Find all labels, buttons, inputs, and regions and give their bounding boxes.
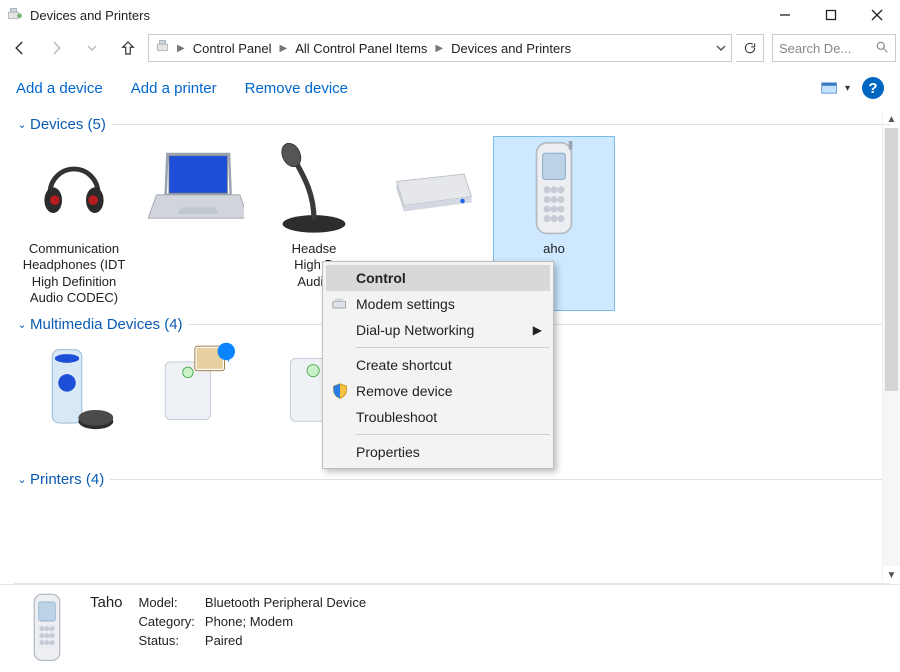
recent-dropdown-icon[interactable] [76, 32, 108, 64]
up-button[interactable] [112, 32, 144, 64]
menu-item-modem-settings[interactable]: Modem settings [326, 291, 550, 317]
chevron-right-icon[interactable]: ▶ [177, 43, 185, 54]
scroll-track[interactable] [883, 128, 900, 566]
device-label: aho [543, 241, 565, 257]
chevron-right-icon: ▶ [533, 323, 542, 337]
menu-item-properties[interactable]: Properties [326, 439, 550, 465]
menu-item-troubleshoot[interactable]: Troubleshoot [326, 404, 550, 430]
close-button[interactable] [854, 0, 900, 30]
address-dropdown-icon[interactable] [711, 43, 731, 53]
scroll-thumb[interactable] [885, 128, 898, 391]
group-header-printers[interactable]: ⌄ Printers (4) [14, 465, 890, 492]
device-label: Communication Headphones (IDT High Defin… [18, 241, 130, 306]
refresh-button[interactable] [736, 34, 764, 62]
group-count: (4) [86, 471, 104, 488]
group-count: (4) [164, 316, 182, 333]
breadcrumb[interactable]: Control Panel [189, 39, 276, 58]
add-printer-button[interactable]: Add a printer [131, 80, 217, 97]
chevron-down-icon: ⌄ [14, 118, 30, 131]
forward-button[interactable] [40, 32, 72, 64]
breadcrumb[interactable]: Devices and Printers [447, 39, 575, 58]
group-label: Printers [30, 471, 82, 488]
chevron-down-icon: ⌄ [14, 318, 30, 331]
nav-bar: ▶ Control Panel ▶ All Control Panel Item… [0, 30, 900, 66]
external-drive-icon [379, 141, 489, 237]
search-input[interactable]: Search De... [772, 34, 896, 62]
maximize-button[interactable] [808, 0, 854, 30]
media-tower-icon [19, 341, 129, 437]
chevron-down-icon: ⌄ [14, 473, 30, 486]
details-info-grid: Taho Model: Bluetooth Peripheral Device … [90, 584, 366, 672]
address-bar[interactable]: ▶ Control Panel ▶ All Control Panel Item… [148, 34, 732, 62]
details-key: Category: [139, 614, 195, 629]
breadcrumb[interactable]: All Control Panel Items [291, 39, 431, 58]
address-root-icon [155, 40, 173, 57]
back-button[interactable] [4, 32, 36, 64]
modem-icon [331, 295, 349, 313]
remove-device-button[interactable]: Remove device [245, 80, 348, 97]
details-key: Model: [139, 595, 195, 610]
laptop-icon [139, 141, 249, 237]
device-item[interactable] [134, 137, 254, 310]
details-key: Status: [139, 633, 195, 648]
menu-separator [356, 347, 550, 348]
device-item[interactable] [14, 337, 134, 461]
menu-separator [356, 434, 550, 435]
context-menu: Control Modem settings Dial-up Networkin… [322, 261, 554, 469]
scroll-down-icon[interactable]: ▼ [883, 566, 900, 584]
headphones-icon [19, 141, 129, 237]
details-name: Taho [90, 594, 123, 611]
media-server-icon [139, 341, 249, 437]
command-bar: Add a device Add a printer Remove device… [0, 66, 900, 110]
chevron-down-icon: ▾ [845, 83, 850, 94]
search-icon [875, 40, 889, 57]
window-controls [762, 0, 900, 30]
vertical-scrollbar[interactable]: ▲ ▼ [882, 110, 900, 584]
app-icon [6, 8, 24, 22]
group-header-devices[interactable]: ⌄ Devices (5) [14, 110, 890, 137]
shield-icon [331, 382, 349, 400]
device-item[interactable] [134, 337, 254, 461]
search-placeholder: Search De... [779, 41, 875, 56]
help-button[interactable]: ? [862, 77, 884, 99]
menu-item-control[interactable]: Control [326, 265, 550, 291]
menu-item-create-shortcut[interactable]: Create shortcut [326, 352, 550, 378]
group-label: Multimedia Devices [30, 316, 160, 333]
details-thumbnail [12, 593, 82, 664]
details-value: Phone; Modem [205, 614, 366, 629]
microphone-stand-icon [259, 141, 369, 237]
view-options-button[interactable]: ▾ [821, 80, 850, 96]
details-value: Paired [205, 633, 366, 648]
window-title: Devices and Printers [30, 8, 150, 23]
group-count: (5) [88, 116, 106, 133]
group-label: Devices [30, 116, 83, 133]
add-device-button[interactable]: Add a device [16, 80, 103, 97]
chevron-right-icon[interactable]: ▶ [435, 43, 443, 54]
device-item[interactable]: Communication Headphones (IDT High Defin… [14, 137, 134, 310]
title-bar: Devices and Printers [0, 0, 900, 30]
details-value: Bluetooth Peripheral Device [205, 595, 366, 610]
minimize-button[interactable] [762, 0, 808, 30]
mobile-phone-icon [499, 141, 609, 237]
chevron-right-icon[interactable]: ▶ [279, 43, 287, 54]
scroll-up-icon[interactable]: ▲ [883, 110, 900, 128]
menu-item-dialup-networking[interactable]: Dial-up Networking▶ [326, 317, 550, 343]
menu-item-remove-device[interactable]: Remove device [326, 378, 550, 404]
